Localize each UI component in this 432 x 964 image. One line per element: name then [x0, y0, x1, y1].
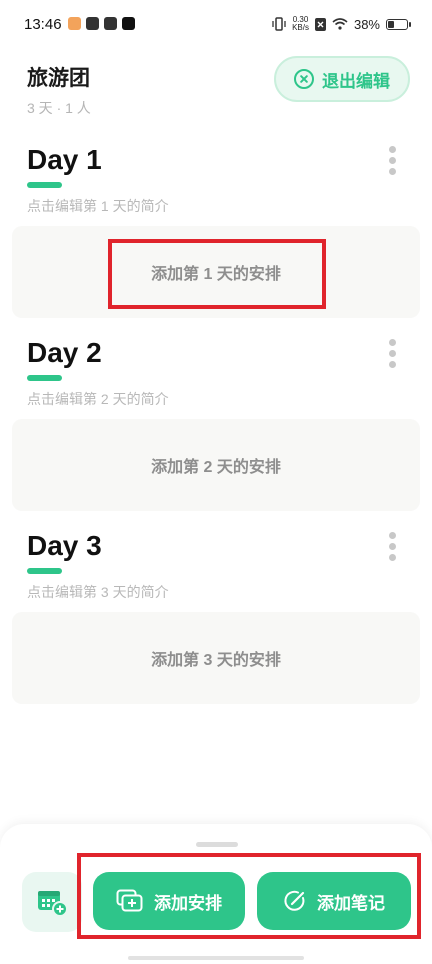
- add-day-plan-card[interactable]: 添加第 3 天的安排: [12, 612, 420, 704]
- drag-handle[interactable]: [196, 842, 238, 847]
- box-app-icon: [104, 17, 117, 30]
- vibrate-icon: [272, 17, 286, 31]
- day-description[interactable]: 点击编辑第 1 天的简介: [27, 196, 169, 216]
- calendar-app-icon: [68, 17, 81, 30]
- more-options-icon[interactable]: [388, 532, 396, 561]
- network-speed: 0.30 KB/s: [292, 15, 309, 32]
- exit-edit-label: 退出编辑: [322, 71, 390, 91]
- day-underline: [27, 568, 62, 574]
- add-day-plan-card[interactable]: 添加第 2 天的安排: [12, 419, 420, 511]
- add-day-plan-card[interactable]: 添加第 1 天的安排: [12, 226, 420, 318]
- tiktok-icon: [122, 17, 135, 30]
- status-right: 0.30 KB/s 38%: [272, 15, 411, 32]
- home-indicator[interactable]: [128, 956, 304, 960]
- battery-icon: [386, 18, 411, 30]
- more-options-icon[interactable]: [388, 146, 396, 175]
- day-description[interactable]: 点击编辑第 3 天的简介: [27, 582, 169, 602]
- calendar-add-icon: [38, 891, 68, 917]
- day-title: Day 2: [27, 337, 102, 368]
- exit-edit-button[interactable]: 退出编辑: [274, 56, 410, 102]
- add-plan-button[interactable]: 添加安排: [93, 872, 245, 930]
- add-day-plan-label: 添加第 1 天的安排: [151, 266, 281, 283]
- day-underline: [27, 375, 62, 381]
- add-plan-label: 添加安排: [154, 893, 222, 913]
- day-underline: [27, 182, 62, 188]
- bottom-action-panel: 添加安排 添加笔记: [0, 824, 432, 964]
- add-plan-icon: [116, 889, 143, 912]
- calendar-add-button[interactable]: [22, 872, 82, 932]
- day-title: Day 1: [27, 144, 102, 175]
- battery-fill: [388, 20, 394, 28]
- add-note-button[interactable]: 添加笔记: [257, 872, 411, 930]
- add-note-label: 添加笔记: [317, 893, 385, 913]
- battery-percent: 38%: [353, 16, 380, 32]
- status-bar: 13:46 0.30 KB/s 38%: [0, 0, 432, 50]
- day-description[interactable]: 点击编辑第 2 天的简介: [27, 389, 169, 409]
- trip-meta: 3 天 · 1 人: [27, 100, 91, 116]
- notification-icons: [68, 17, 135, 30]
- more-options-icon[interactable]: [388, 339, 396, 368]
- add-day-plan-label: 添加第 3 天的安排: [151, 652, 281, 669]
- day-title: Day 3: [27, 530, 102, 561]
- add-day-plan-label: 添加第 2 天的安排: [151, 459, 281, 476]
- pen-note-icon: [284, 890, 305, 911]
- trip-title[interactable]: 旅游团: [27, 62, 90, 92]
- close-circle-icon: [294, 69, 314, 89]
- status-time: 13:46: [24, 16, 62, 33]
- no-sim-icon: [314, 17, 326, 31]
- wifi-icon: [332, 18, 348, 30]
- sync-app-icon: [86, 17, 99, 30]
